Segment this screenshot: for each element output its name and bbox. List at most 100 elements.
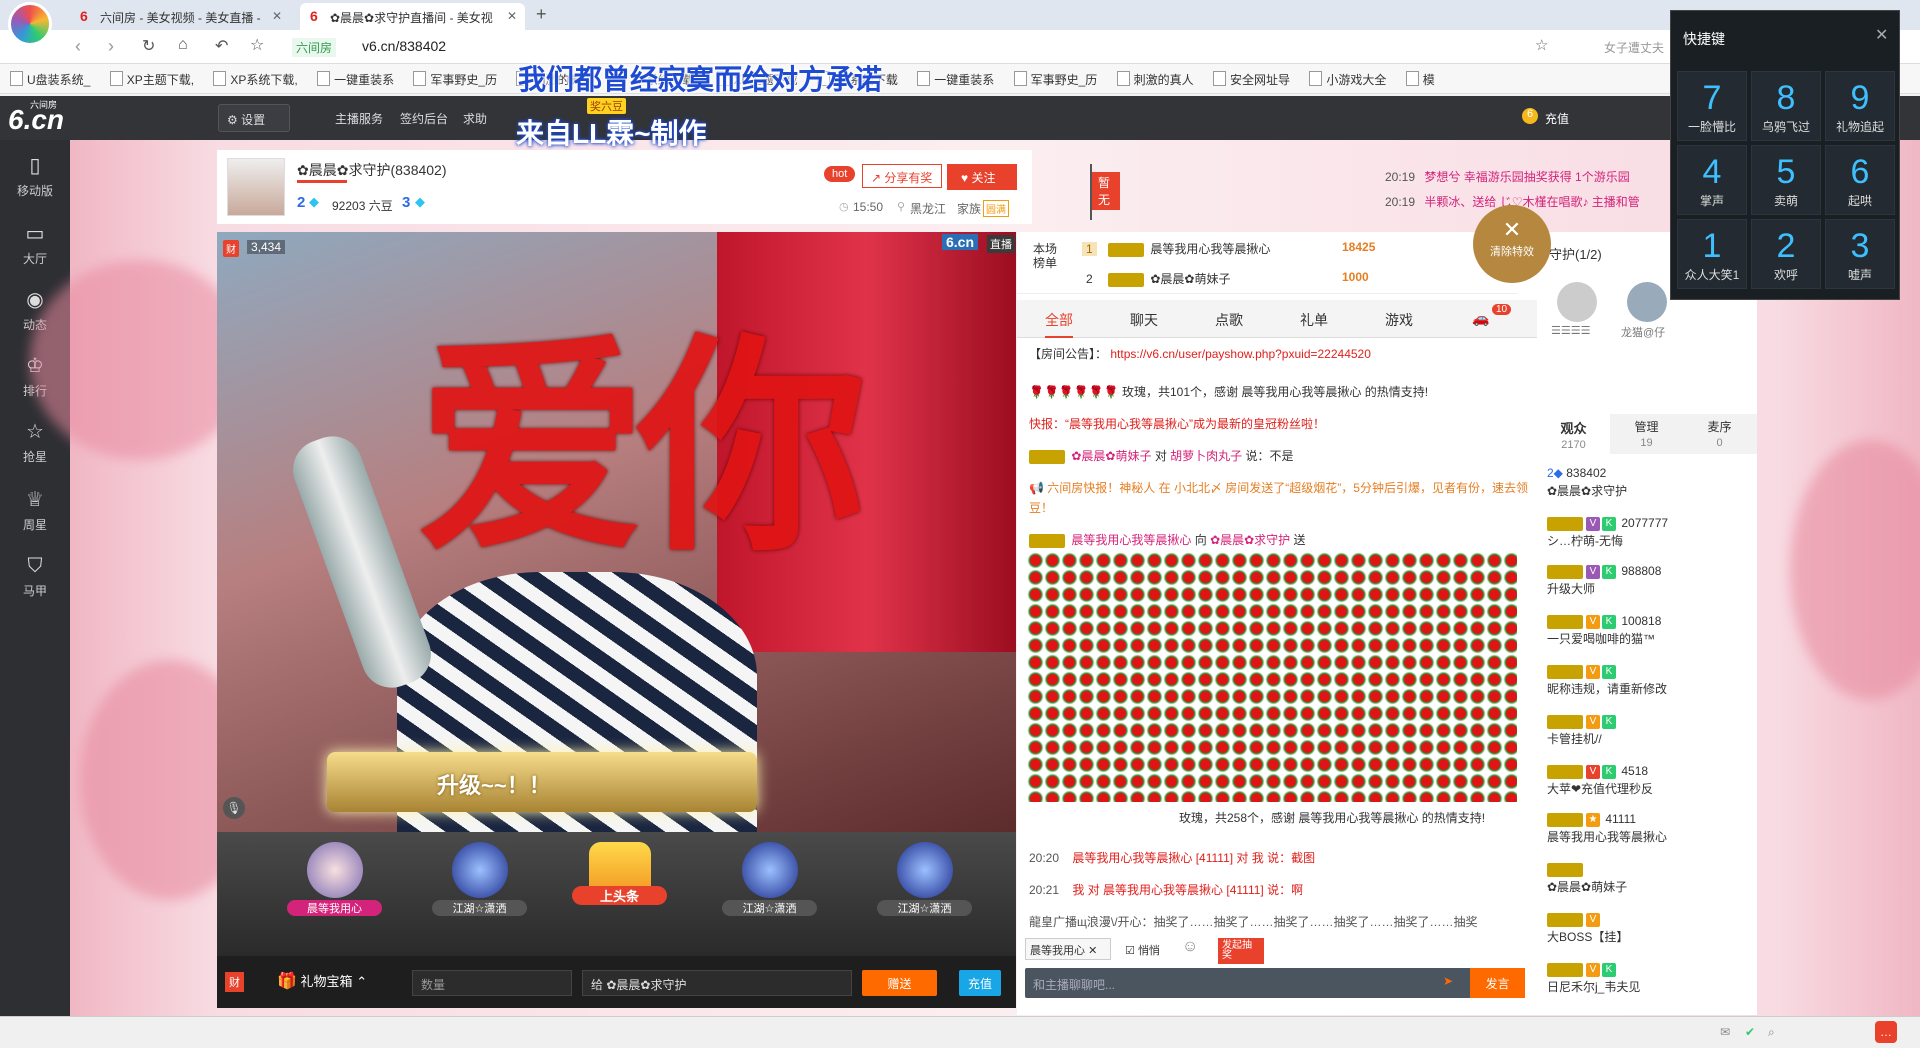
- undo-icon[interactable]: ↶: [215, 36, 228, 56]
- list-item[interactable]: VK 100818 一只爱喝咖啡的猫™: [1547, 612, 1747, 648]
- recharge-button[interactable]: 充值: [959, 970, 1001, 996]
- anchor-family-tag[interactable]: 圆满: [983, 200, 1009, 217]
- anchor-avatar[interactable]: [227, 158, 285, 216]
- site-logo[interactable]: 6.cn 六间房: [8, 100, 70, 136]
- list-item[interactable]: V K 日尼禾尔j_韦夫见: [1547, 960, 1747, 996]
- gift-item[interactable]: 江湖☆潇洒: [432, 842, 527, 932]
- star-icon[interactable]: ☆: [250, 35, 264, 55]
- chat-input[interactable]: 和主播聊聊吧... ➤ 发言: [1025, 968, 1525, 998]
- list-item[interactable]: ✿晨晨✿萌妹子: [1547, 860, 1747, 896]
- shortcut-key-1[interactable]: 1 众人大笑1: [1677, 219, 1747, 289]
- car-icon[interactable]: 🚗: [1472, 310, 1489, 327]
- tab-admins[interactable]: 管理 19: [1610, 414, 1683, 454]
- quantity-input[interactable]: 数量: [412, 970, 572, 996]
- bookmark-item[interactable]: 小游戏大全: [1309, 71, 1386, 88]
- shortcut-key-3[interactable]: 3 嘘声: [1825, 219, 1895, 289]
- mic-icon[interactable]: 🎙: [223, 797, 245, 819]
- treasure-box-button[interactable]: 🎁 礼物宝箱 ⌃: [277, 971, 377, 995]
- bookmark-item[interactable]: 军事野史_历: [413, 71, 497, 88]
- bookmark-item[interactable]: 一键重装系: [317, 71, 394, 88]
- message-user[interactable]: ✿晨晨✿萌妹子: [1071, 449, 1151, 463]
- shortcut-key-5[interactable]: 5 卖萌: [1751, 145, 1821, 215]
- tab-songs[interactable]: 点歌: [1215, 310, 1243, 330]
- forward-icon[interactable]: ›: [108, 36, 114, 57]
- sidebar-item-mobile[interactable]: ▯ 移动版: [0, 140, 70, 206]
- new-tab-button[interactable]: +: [536, 4, 547, 25]
- follow-button[interactable]: ♥ 关注: [947, 164, 1017, 190]
- home-icon[interactable]: ⌂: [178, 36, 188, 54]
- clear-effects-button[interactable]: ✕ 清除特效: [1473, 205, 1551, 283]
- list-item[interactable]: ★ 41111 晨等我用心我等晨揪心: [1547, 810, 1747, 846]
- video-player[interactable]: 财 3,434 6.cn 直播 爱你 升级~~！！ 🎙: [217, 232, 1016, 832]
- gift-item[interactable]: 江湖☆潇洒: [722, 842, 817, 932]
- shortcut-key-4[interactable]: 4 掌声: [1677, 145, 1747, 215]
- bookmark-item[interactable]: XP系统下载,: [213, 71, 297, 88]
- bookmark-item[interactable]: 军事野史_历: [1014, 71, 1098, 88]
- rank-row[interactable]: 1 晨等我用心我等晨揪心 18425: [1082, 240, 1502, 257]
- close-icon[interactable]: ✕: [272, 9, 282, 23]
- shortcut-key-7[interactable]: 7 一脸懵比: [1677, 71, 1747, 141]
- list-item[interactable]: VK 2077777 シ…柠萌-无悔: [1547, 514, 1747, 550]
- search-icon[interactable]: ⌕: [1768, 1025, 1775, 1040]
- bookmark-item[interactable]: 安全网址导: [1213, 71, 1290, 88]
- bookmark-item[interactable]: 刺激的真人: [1117, 71, 1194, 88]
- shortcut-key-2[interactable]: 2 欢呼: [1751, 219, 1821, 289]
- message-target[interactable]: ✿晨晨✿求守护: [1210, 533, 1290, 547]
- message-target[interactable]: 胡萝卜肉丸子: [1170, 449, 1242, 463]
- settings-button[interactable]: ⚙ 设置: [218, 104, 290, 132]
- list-item[interactable]: VK 4518 大苹❤充值代理秒反: [1547, 762, 1747, 798]
- search-box[interactable]: 女子遭丈夫...: [1600, 34, 1664, 60]
- nav-anchor-service[interactable]: 主播服务: [335, 110, 383, 127]
- recipient-select[interactable]: 给 ✿晨晨✿求守护: [582, 970, 852, 996]
- gift-item[interactable]: 江湖☆潇洒: [877, 842, 972, 932]
- send-gift-button[interactable]: 赠送: [862, 970, 937, 996]
- close-icon[interactable]: ✕: [1875, 25, 1888, 45]
- gift-item[interactable]: 晨等我用心: [287, 842, 382, 932]
- nav-sign-backend[interactable]: 签约后台: [400, 110, 448, 127]
- sidebar-item-vest[interactable]: ⛉ 马甲: [0, 540, 70, 606]
- header-recharge-link[interactable]: 充值: [1545, 110, 1569, 127]
- list-item[interactable]: 2◆ 838402 ✿晨晨✿求守护: [1547, 464, 1747, 500]
- bookmark-item[interactable]: U盘装系统_: [10, 71, 90, 88]
- tab-games[interactable]: 游戏: [1385, 310, 1413, 330]
- wealth-button[interactable]: 财: [225, 972, 244, 992]
- sidebar-item-hall[interactable]: ▭ 大厅: [0, 208, 70, 274]
- prize-draw-tag[interactable]: 发起抽奖: [1218, 938, 1264, 964]
- chat-target-select[interactable]: 晨等我用心 ✕: [1025, 938, 1111, 960]
- browser-logo[interactable]: [8, 2, 52, 46]
- whisper-checkbox[interactable]: ☑ 悄悄: [1125, 942, 1160, 958]
- back-icon[interactable]: ‹: [75, 36, 81, 57]
- tab-chat[interactable]: 聊天: [1130, 310, 1158, 330]
- tab-gifts[interactable]: 礼单: [1300, 310, 1328, 330]
- send-message-button[interactable]: 发言: [1470, 968, 1525, 998]
- refresh-icon[interactable]: ↻: [142, 36, 155, 56]
- bookmark-item[interactable]: 一键重装系: [917, 71, 994, 88]
- sidebar-item-weekly[interactable]: ♕ 周星: [0, 474, 70, 540]
- list-item[interactable]: V K 卡管挂机//: [1547, 712, 1747, 748]
- url-field[interactable]: 六间房 v6.cn/838402: [290, 34, 1550, 60]
- bookmark-star-icon[interactable]: ☆: [1535, 36, 1548, 54]
- close-icon[interactable]: ✕: [1088, 945, 1097, 957]
- tab-all[interactable]: 全部: [1045, 310, 1073, 338]
- announcement-link[interactable]: https://v6.cn/user/payshow.php?pxuid=222…: [1110, 347, 1371, 361]
- bookmark-item[interactable]: XP主题下载,: [110, 71, 194, 88]
- nav-help[interactable]: 求助: [463, 110, 487, 127]
- list-item[interactable]: VK 988808 升级大师: [1547, 562, 1747, 598]
- share-button[interactable]: ↗ 分享有奖: [862, 164, 942, 188]
- close-icon[interactable]: ✕: [507, 9, 517, 23]
- tab-audience[interactable]: 观众 2170: [1537, 414, 1610, 454]
- list-item[interactable]: V 大BOSS【挂】: [1547, 910, 1747, 946]
- chat-bubble-icon[interactable]: …: [1875, 1021, 1897, 1043]
- message-user[interactable]: 晨等我用心我等晨揪心: [1071, 533, 1191, 547]
- tab-mic-queue[interactable]: 麦序 0: [1683, 414, 1756, 454]
- guard-avatar[interactable]: [1627, 282, 1667, 322]
- shortcut-key-8[interactable]: 8 乌鸦飞过: [1751, 71, 1821, 141]
- gift-item[interactable]: 上头条: [572, 842, 667, 932]
- browser-tab-1[interactable]: 6 六间房 - 美女视频 - 美女直播 - ✕: [70, 3, 290, 30]
- bookmark-item[interactable]: 模: [1406, 71, 1435, 88]
- mail-icon[interactable]: ✉: [1720, 1025, 1730, 1039]
- shortcut-key-6[interactable]: 6 起哄: [1825, 145, 1895, 215]
- browser-tab-2[interactable]: 6 ✿晨晨✿求守护直播间 - 美女视 ✕: [300, 3, 525, 30]
- list-item[interactable]: V K 昵称违规，请重新修改: [1547, 662, 1747, 698]
- guard-avatar[interactable]: [1557, 282, 1597, 322]
